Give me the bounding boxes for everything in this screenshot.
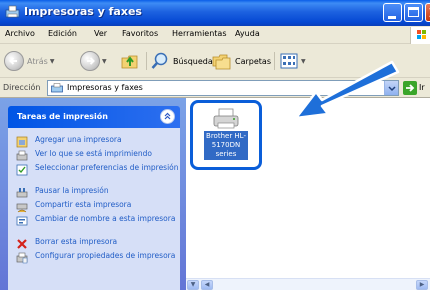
maximize-icon (408, 7, 419, 17)
scroll-down-button[interactable]: ▼ (187, 280, 199, 290)
address-label: Dirección (3, 83, 41, 92)
folders-icon (212, 54, 231, 70)
address-value: Impresoras y faxes (67, 83, 143, 92)
printer-name: Brother HL-5170DN series (204, 131, 248, 160)
address-dropdown-button[interactable] (384, 81, 398, 95)
address-field[interactable]: Impresoras y faxes (47, 80, 399, 96)
up-folder-button[interactable] (120, 50, 140, 72)
rename-icon (16, 216, 28, 226)
views-button[interactable]: ▼ (279, 50, 306, 72)
task-label: Cambiar de nombre a esta impresora (35, 214, 176, 223)
task-label: Agregar una impresora (35, 135, 122, 144)
forward-dropdown-icon[interactable]: ▼ (102, 58, 107, 65)
task-add-printer[interactable]: Agregar una impresora (16, 135, 180, 148)
minimize-icon (388, 16, 396, 19)
menu-archivo[interactable]: Archivo (5, 29, 35, 38)
pause-icon (16, 188, 28, 198)
views-dropdown-icon[interactable]: ▼ (301, 58, 306, 65)
share-printer-icon (16, 203, 28, 213)
task-label: Configurar propiedades de impresora (35, 251, 176, 260)
printers-list-pane: Brother HL-5170DN series (186, 98, 430, 290)
task-printer-properties[interactable]: Configurar propiedades de impresora (16, 251, 180, 264)
folders-button[interactable]: Carpetas (212, 50, 271, 72)
menu-edicion[interactable]: Edición (48, 29, 77, 38)
printer-tasks-panel: Tareas de impresión Agregar una impresor… (8, 106, 180, 290)
search-label: Búsqueda (173, 56, 213, 66)
printer-folder-icon (5, 5, 20, 18)
task-pane: Tareas de impresión Agregar una impresor… (0, 98, 186, 290)
back-arrow-icon (4, 51, 24, 71)
printer-folder-icon (51, 83, 63, 93)
printer-tasks-title: Tareas de impresión (17, 112, 108, 121)
printer-item-brother[interactable]: Brother HL-5170DN series (190, 100, 262, 170)
back-button[interactable]: Atrás ▼ (4, 50, 54, 72)
task-label: Ver lo que se está imprimiendo (35, 149, 152, 158)
properties-icon (16, 252, 28, 264)
back-label: Atrás (27, 56, 48, 66)
chevron-down-icon (388, 86, 396, 92)
maximize-button[interactable] (404, 3, 423, 22)
menu-favoritos[interactable]: Favoritos (122, 29, 158, 38)
printer-tasks-list: Agregar una impresora Ver lo que se está… (8, 128, 180, 290)
windows-flag-icon (417, 30, 426, 39)
add-printer-icon (16, 136, 28, 148)
toolbar-separator (146, 52, 147, 70)
minimize-button[interactable] (383, 3, 402, 22)
toolbar: Atrás ▼ ▼ Búsqueda Carpetas ▼ (0, 44, 430, 78)
task-select-preferences[interactable]: Seleccionar preferencias de impresión (16, 163, 180, 176)
preferences-icon (16, 164, 28, 176)
back-dropdown-icon[interactable]: ▼ (50, 58, 55, 65)
printer-tasks-header[interactable]: Tareas de impresión (8, 106, 180, 128)
views-icon (280, 53, 298, 69)
up-folder-icon (121, 55, 138, 69)
task-label: Compartir esta impresora (35, 200, 132, 209)
task-share-printer[interactable]: Compartir esta impresora (16, 200, 180, 213)
search-icon (151, 52, 168, 69)
forward-arrow-icon (80, 51, 100, 71)
title-bar[interactable]: Impresoras y faxes (0, 0, 430, 26)
task-label: Seleccionar preferencias de impresión (35, 163, 179, 172)
forward-button[interactable]: ▼ (80, 50, 107, 72)
collapse-button[interactable] (160, 109, 175, 124)
go-label[interactable]: Ir (419, 83, 425, 92)
menu-ayuda[interactable]: Ayuda (235, 29, 260, 38)
menu-herramientas[interactable]: Herramientas (172, 29, 227, 38)
address-bar: Dirección Impresoras y faxes Ir (0, 78, 430, 98)
task-see-printing[interactable]: Ver lo que se está imprimiendo (16, 149, 180, 162)
chevron-up-icon (164, 112, 171, 120)
toolbar-separator (274, 52, 275, 70)
search-button[interactable]: Búsqueda (150, 50, 213, 72)
task-delete-printer[interactable]: Borrar esta impresora (16, 237, 180, 250)
horizontal-scrollbar[interactable]: ▼ ◀ ▶ (186, 278, 430, 290)
printer-icon (213, 108, 239, 129)
menu-ver[interactable]: Ver (94, 29, 107, 38)
menu-bar: Archivo Edición Ver Favoritos Herramient… (0, 26, 430, 44)
windows-logo-icon (410, 27, 430, 44)
task-label: Pausar la impresión (35, 186, 109, 195)
scroll-right-button[interactable]: ▶ (416, 280, 428, 290)
close-button[interactable] (425, 3, 430, 22)
go-arrow-icon (406, 84, 415, 92)
go-button[interactable] (403, 81, 417, 95)
task-label: Borrar esta impresora (35, 237, 118, 246)
task-pause-printing[interactable]: Pausar la impresión (16, 186, 180, 199)
print-queue-icon (16, 150, 28, 161)
task-rename-printer[interactable]: Cambiar de nombre a esta impresora (16, 214, 180, 227)
folders-label: Carpetas (235, 56, 271, 66)
close-icon (429, 8, 430, 17)
explorer-window: Impresoras y faxes Archivo Edición Ver F… (0, 0, 430, 290)
delete-icon (17, 239, 27, 249)
window-title: Impresoras y faxes (24, 5, 142, 18)
scroll-left-button[interactable]: ◀ (201, 280, 213, 290)
